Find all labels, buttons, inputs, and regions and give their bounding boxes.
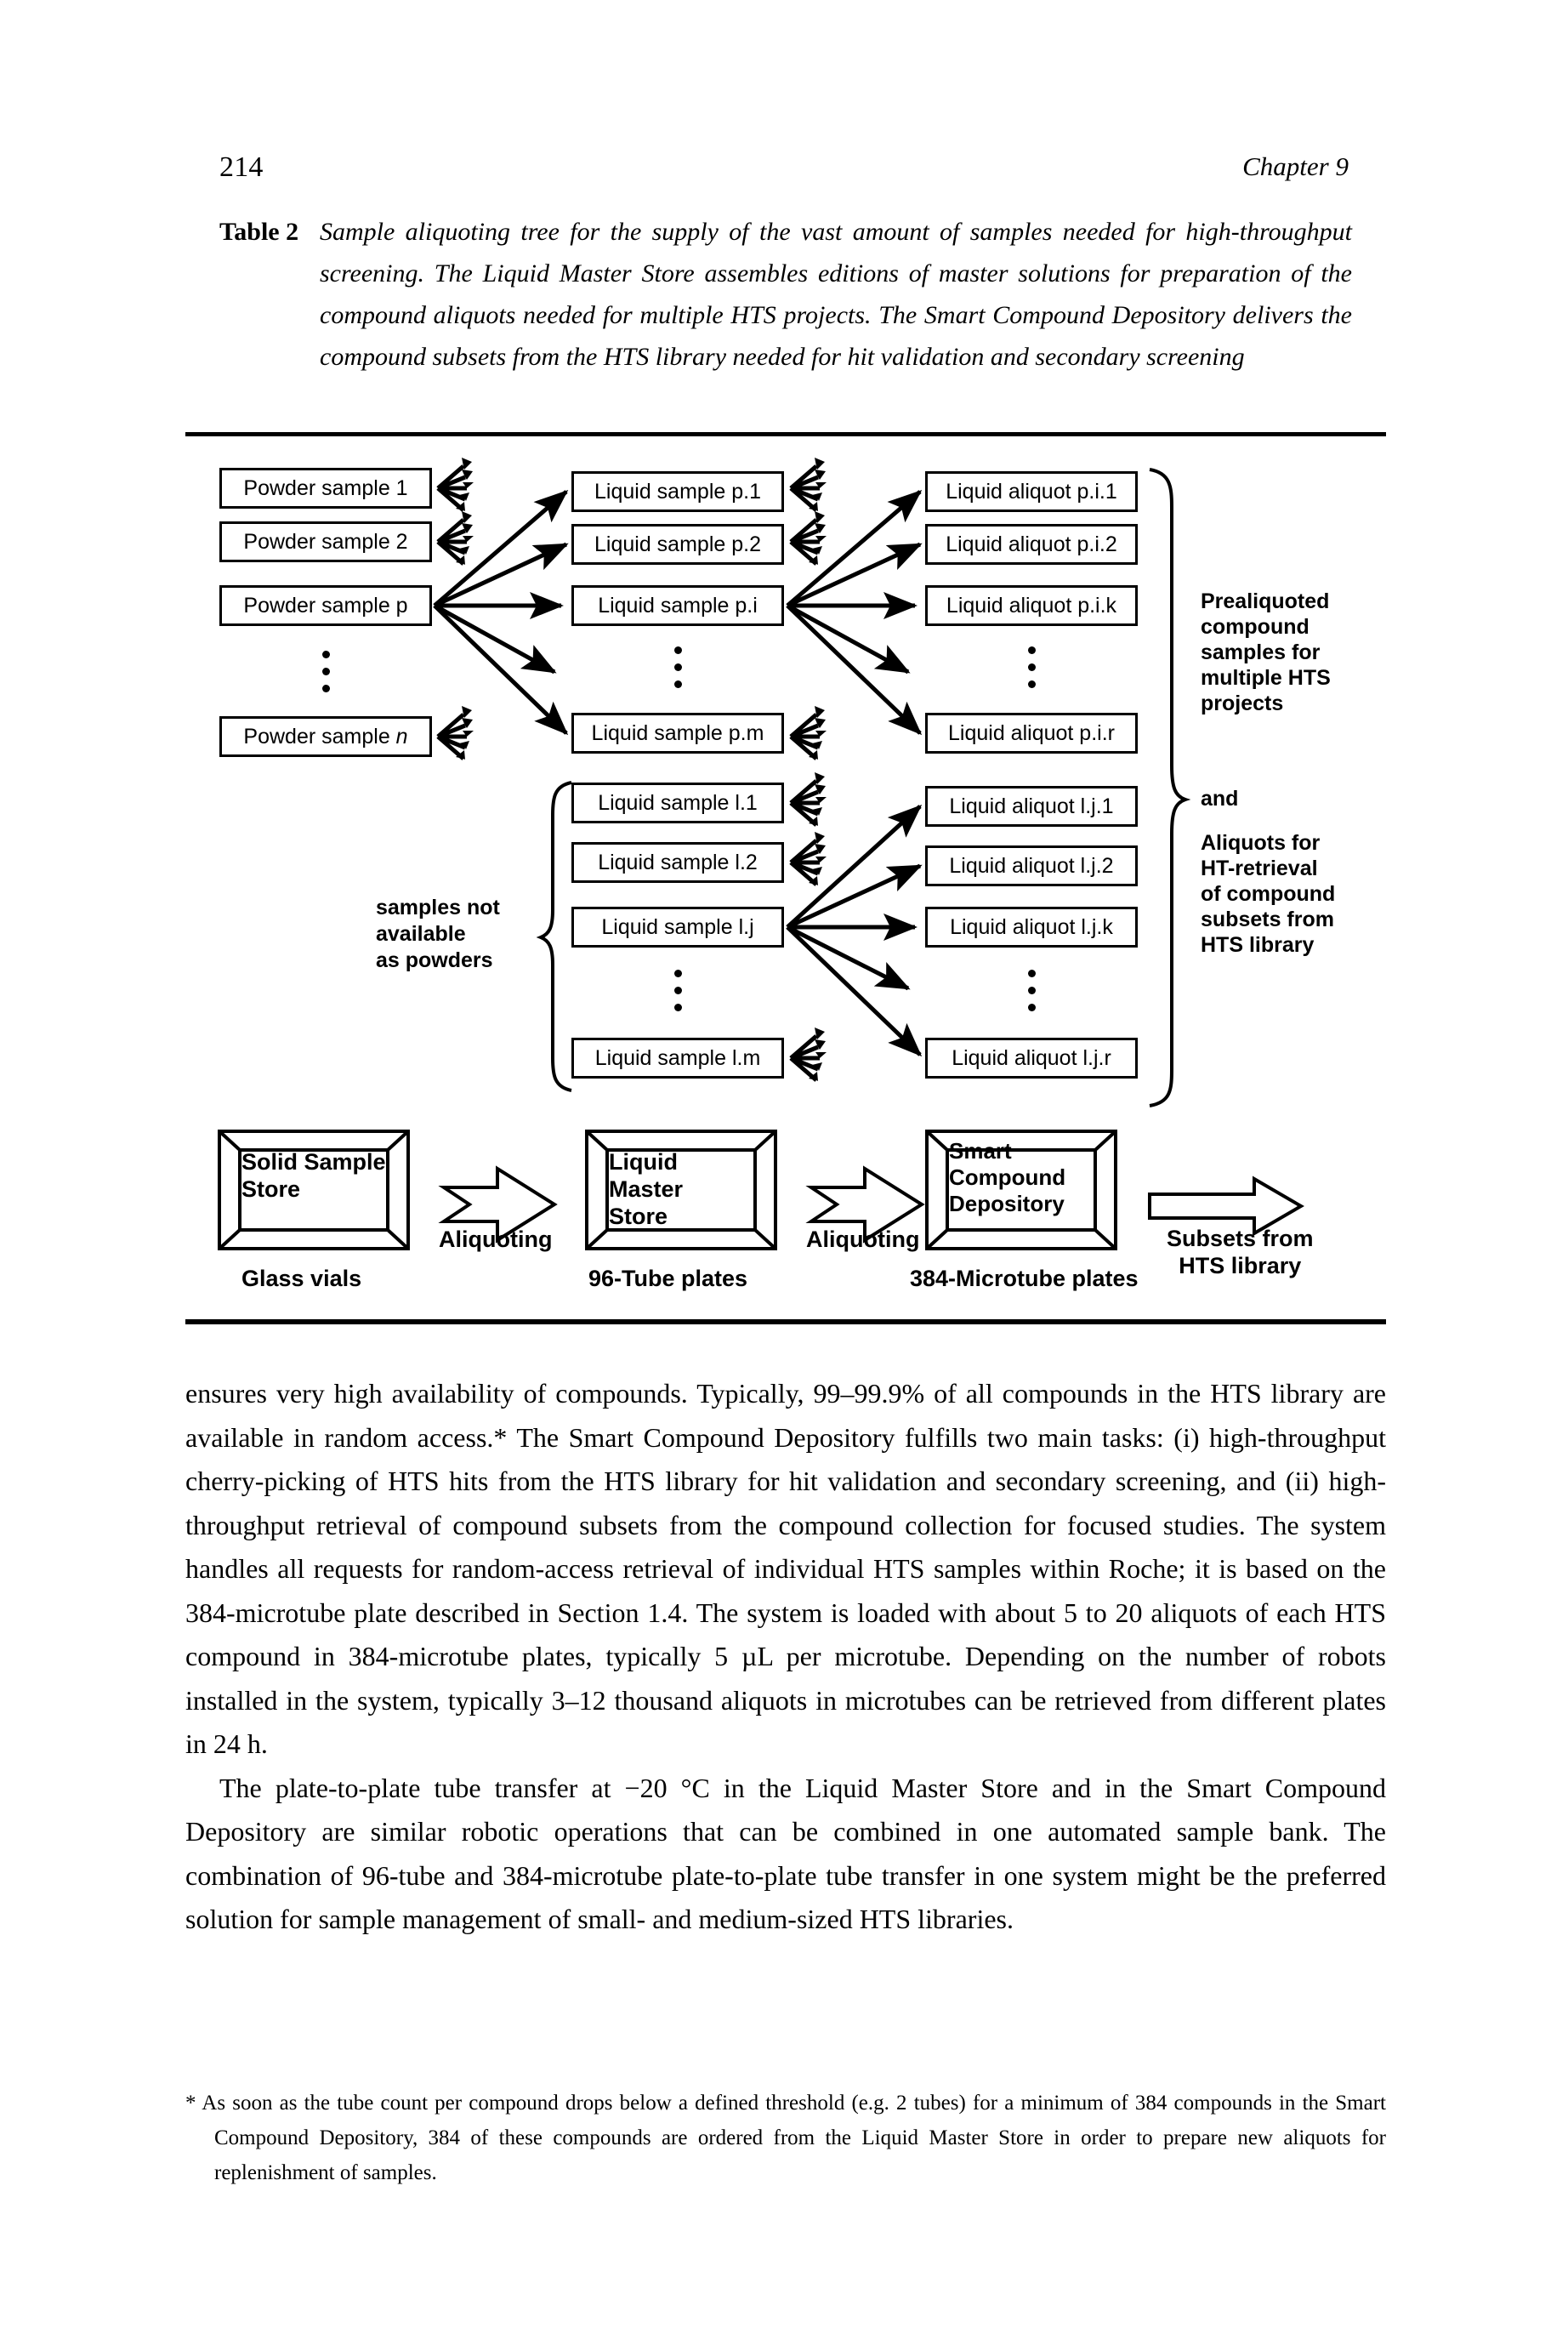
footnote-marker: * [185,2092,196,2115]
node-liquid-aliquot-ljr[interactable]: Liquid aliquot l.j.r [925,1038,1138,1079]
node-liquid-aliquot-pi1[interactable]: Liquid aliquot p.i.1 [925,471,1138,512]
node-liquid-sample-p1[interactable]: Liquid sample p.1 [571,471,784,512]
node-label: Liquid sample p.m [591,720,764,745]
store-title: Liquid Master Store [609,1149,684,1229]
node-liquid-aliquot-lj2[interactable]: Liquid aliquot l.j.2 [925,845,1138,886]
table-caption-text: Sample aliquoting tree for the supply of… [320,218,1352,371]
figure-rule-top [185,432,1386,436]
annotation-and: and [1201,787,1239,811]
node-label: Liquid sample l.j [601,914,754,939]
body-text: ensures very high availability of compou… [185,1372,1386,1942]
node-label: Liquid aliquot p.i.2 [946,532,1117,556]
document-page: 214 Chapter 9 Table 2 Sample aliquoting … [0,0,1568,2351]
node-label: Liquid sample p.i [598,593,758,618]
ellipsis-column3-lower [1020,970,1042,1011]
store-title: Smart Compound Depository [949,1138,1066,1216]
chapter-label: Chapter 9 [1242,151,1349,181]
arrow-label-aliquoting-1: Aliquoting [439,1227,553,1252]
annotation-aliquots-ht-retrieval: Aliquots for HT-retrieval of compound su… [1201,831,1336,957]
store-smart-compound-depository[interactable]: Smart Compound Depository [927,1131,1116,1249]
figure-rule-bottom [185,1319,1386,1324]
annotation-samples-not-available: samples not available as powders [376,896,500,972]
node-label: Liquid aliquot l.j.r [952,1045,1111,1070]
aliquoting-tree-graphics [218,0,1304,1250]
page-number: 214 [219,151,264,183]
node-label: Powder sample 1 [243,475,408,500]
node-liquid-sample-l1[interactable]: Liquid sample l.1 [571,783,784,823]
body-paragraph-2: The plate-to-plate tube transfer at −20 … [185,1772,1386,1935]
table-caption: Table 2 Sample aliquoting tree for the s… [219,211,1352,378]
body-paragraph-1: ensures very high availability of compou… [185,1378,1386,1759]
store-caption-glass-vials: Glass vials [241,1266,362,1291]
node-label: Liquid sample l.1 [598,790,758,815]
node-label: Powder sample p [243,593,408,618]
ellipsis-column3-upper [1020,646,1042,688]
node-label: Liquid sample l.m [594,1045,761,1070]
ellipsis-column1 [315,651,337,692]
node-liquid-aliquot-pi2[interactable]: Liquid aliquot p.i.2 [925,524,1138,565]
node-liquid-sample-l2[interactable]: Liquid sample l.2 [571,842,784,883]
node-liquid-aliquot-lj1[interactable]: Liquid aliquot l.j.1 [925,786,1138,827]
ellipsis-column2-upper [667,646,689,688]
footnote: * As soon as the tube count per compound… [185,2086,1386,2190]
node-label: Liquid aliquot l.j.2 [949,853,1114,878]
store-solid-sample[interactable]: Solid Sample Store [219,1131,408,1249]
footnote-text: As soon as the tube count per compound d… [202,2092,1386,2184]
node-powder-sample-1[interactable]: Powder sample 1 [219,468,432,509]
node-liquid-sample-lm[interactable]: Liquid sample l.m [571,1038,784,1079]
arrow-label-subsets-from-hts-library: Subsets from HTS library [1167,1226,1314,1278]
running-head: 214 Chapter 9 [219,151,1349,185]
store-caption-96-tube-plates: 96-Tube plates [588,1266,748,1291]
node-label: Powder sample n [243,724,408,749]
node-liquid-sample-p2[interactable]: Liquid sample p.2 [571,524,784,565]
ellipsis-column2-lower [667,970,689,1011]
annotation-prealiquoted-samples: Prealiquoted compound samples for multip… [1201,589,1331,715]
node-label: Liquid aliquot l.j.k [950,914,1113,939]
node-liquid-sample-pi[interactable]: Liquid sample p.i [571,585,784,626]
node-label: Powder sample 2 [243,529,408,554]
store-liquid-master[interactable]: Liquid Master Store [587,1131,775,1249]
table-caption-label: Table 2 [219,218,299,246]
node-label: Liquid aliquot p.i.k [946,593,1117,618]
node-liquid-sample-lj[interactable]: Liquid sample l.j [571,907,784,948]
node-label: Liquid sample p.1 [594,479,761,504]
node-liquid-sample-pm[interactable]: Liquid sample p.m [571,713,784,754]
node-liquid-aliquot-pik[interactable]: Liquid aliquot p.i.k [925,585,1138,626]
store-title: Solid Sample Store [241,1149,386,1202]
store-caption-384-microtube-plates: 384-Microtube plates [910,1266,1139,1291]
node-label: Liquid sample p.2 [594,532,761,556]
node-label: Liquid aliquot l.j.1 [949,794,1114,818]
node-liquid-aliquot-pir[interactable]: Liquid aliquot p.i.r [925,713,1138,754]
node-label: Liquid sample l.2 [598,850,758,874]
node-label: Liquid aliquot p.i.1 [946,479,1117,504]
node-powder-sample-2[interactable]: Powder sample 2 [219,521,432,562]
node-label: Liquid aliquot p.i.r [948,720,1115,745]
node-liquid-aliquot-ljk[interactable]: Liquid aliquot l.j.k [925,907,1138,948]
node-powder-sample-p[interactable]: Powder sample p [219,585,432,626]
arrow-label-aliquoting-2: Aliquoting [806,1227,920,1252]
node-powder-sample-n[interactable]: Powder sample n [219,716,432,757]
